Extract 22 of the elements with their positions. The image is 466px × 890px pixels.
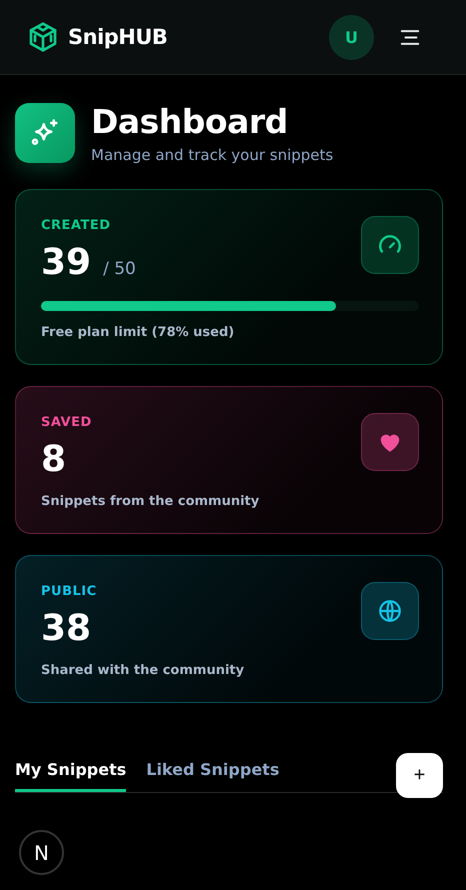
stat-value: 38 [41, 609, 92, 649]
stat-value: 39 [41, 243, 92, 283]
stat-label: PUBLIC [41, 584, 97, 599]
tab[interactable]: Liked Snippets [146, 760, 280, 792]
page-subtitle: Manage and track your snippets [91, 146, 334, 164]
stat-note: Shared with the community [41, 663, 246, 678]
sparkle-icon [30, 118, 60, 148]
brand-name[interactable]: SnipHUB [68, 25, 168, 49]
cube-logo-icon [27, 21, 59, 53]
globe-icon [377, 598, 403, 624]
user-avatar[interactable]: U [329, 14, 374, 60]
stat-note: Snippets from the community [41, 494, 260, 509]
tab[interactable]: My Snippets [15, 760, 126, 792]
add-button[interactable]: + [396, 753, 443, 798]
stat-label: CREATED [41, 218, 112, 233]
stat-note: Free plan limit (78% used) [41, 325, 236, 340]
dev-badge[interactable]: N [19, 830, 64, 875]
page-title: Dashboard [91, 103, 289, 141]
stat-total: / 50 [103, 259, 136, 279]
menu-icon[interactable] [400, 28, 420, 46]
stat-label: SAVED [41, 415, 92, 430]
stat-value: 8 [41, 440, 66, 480]
